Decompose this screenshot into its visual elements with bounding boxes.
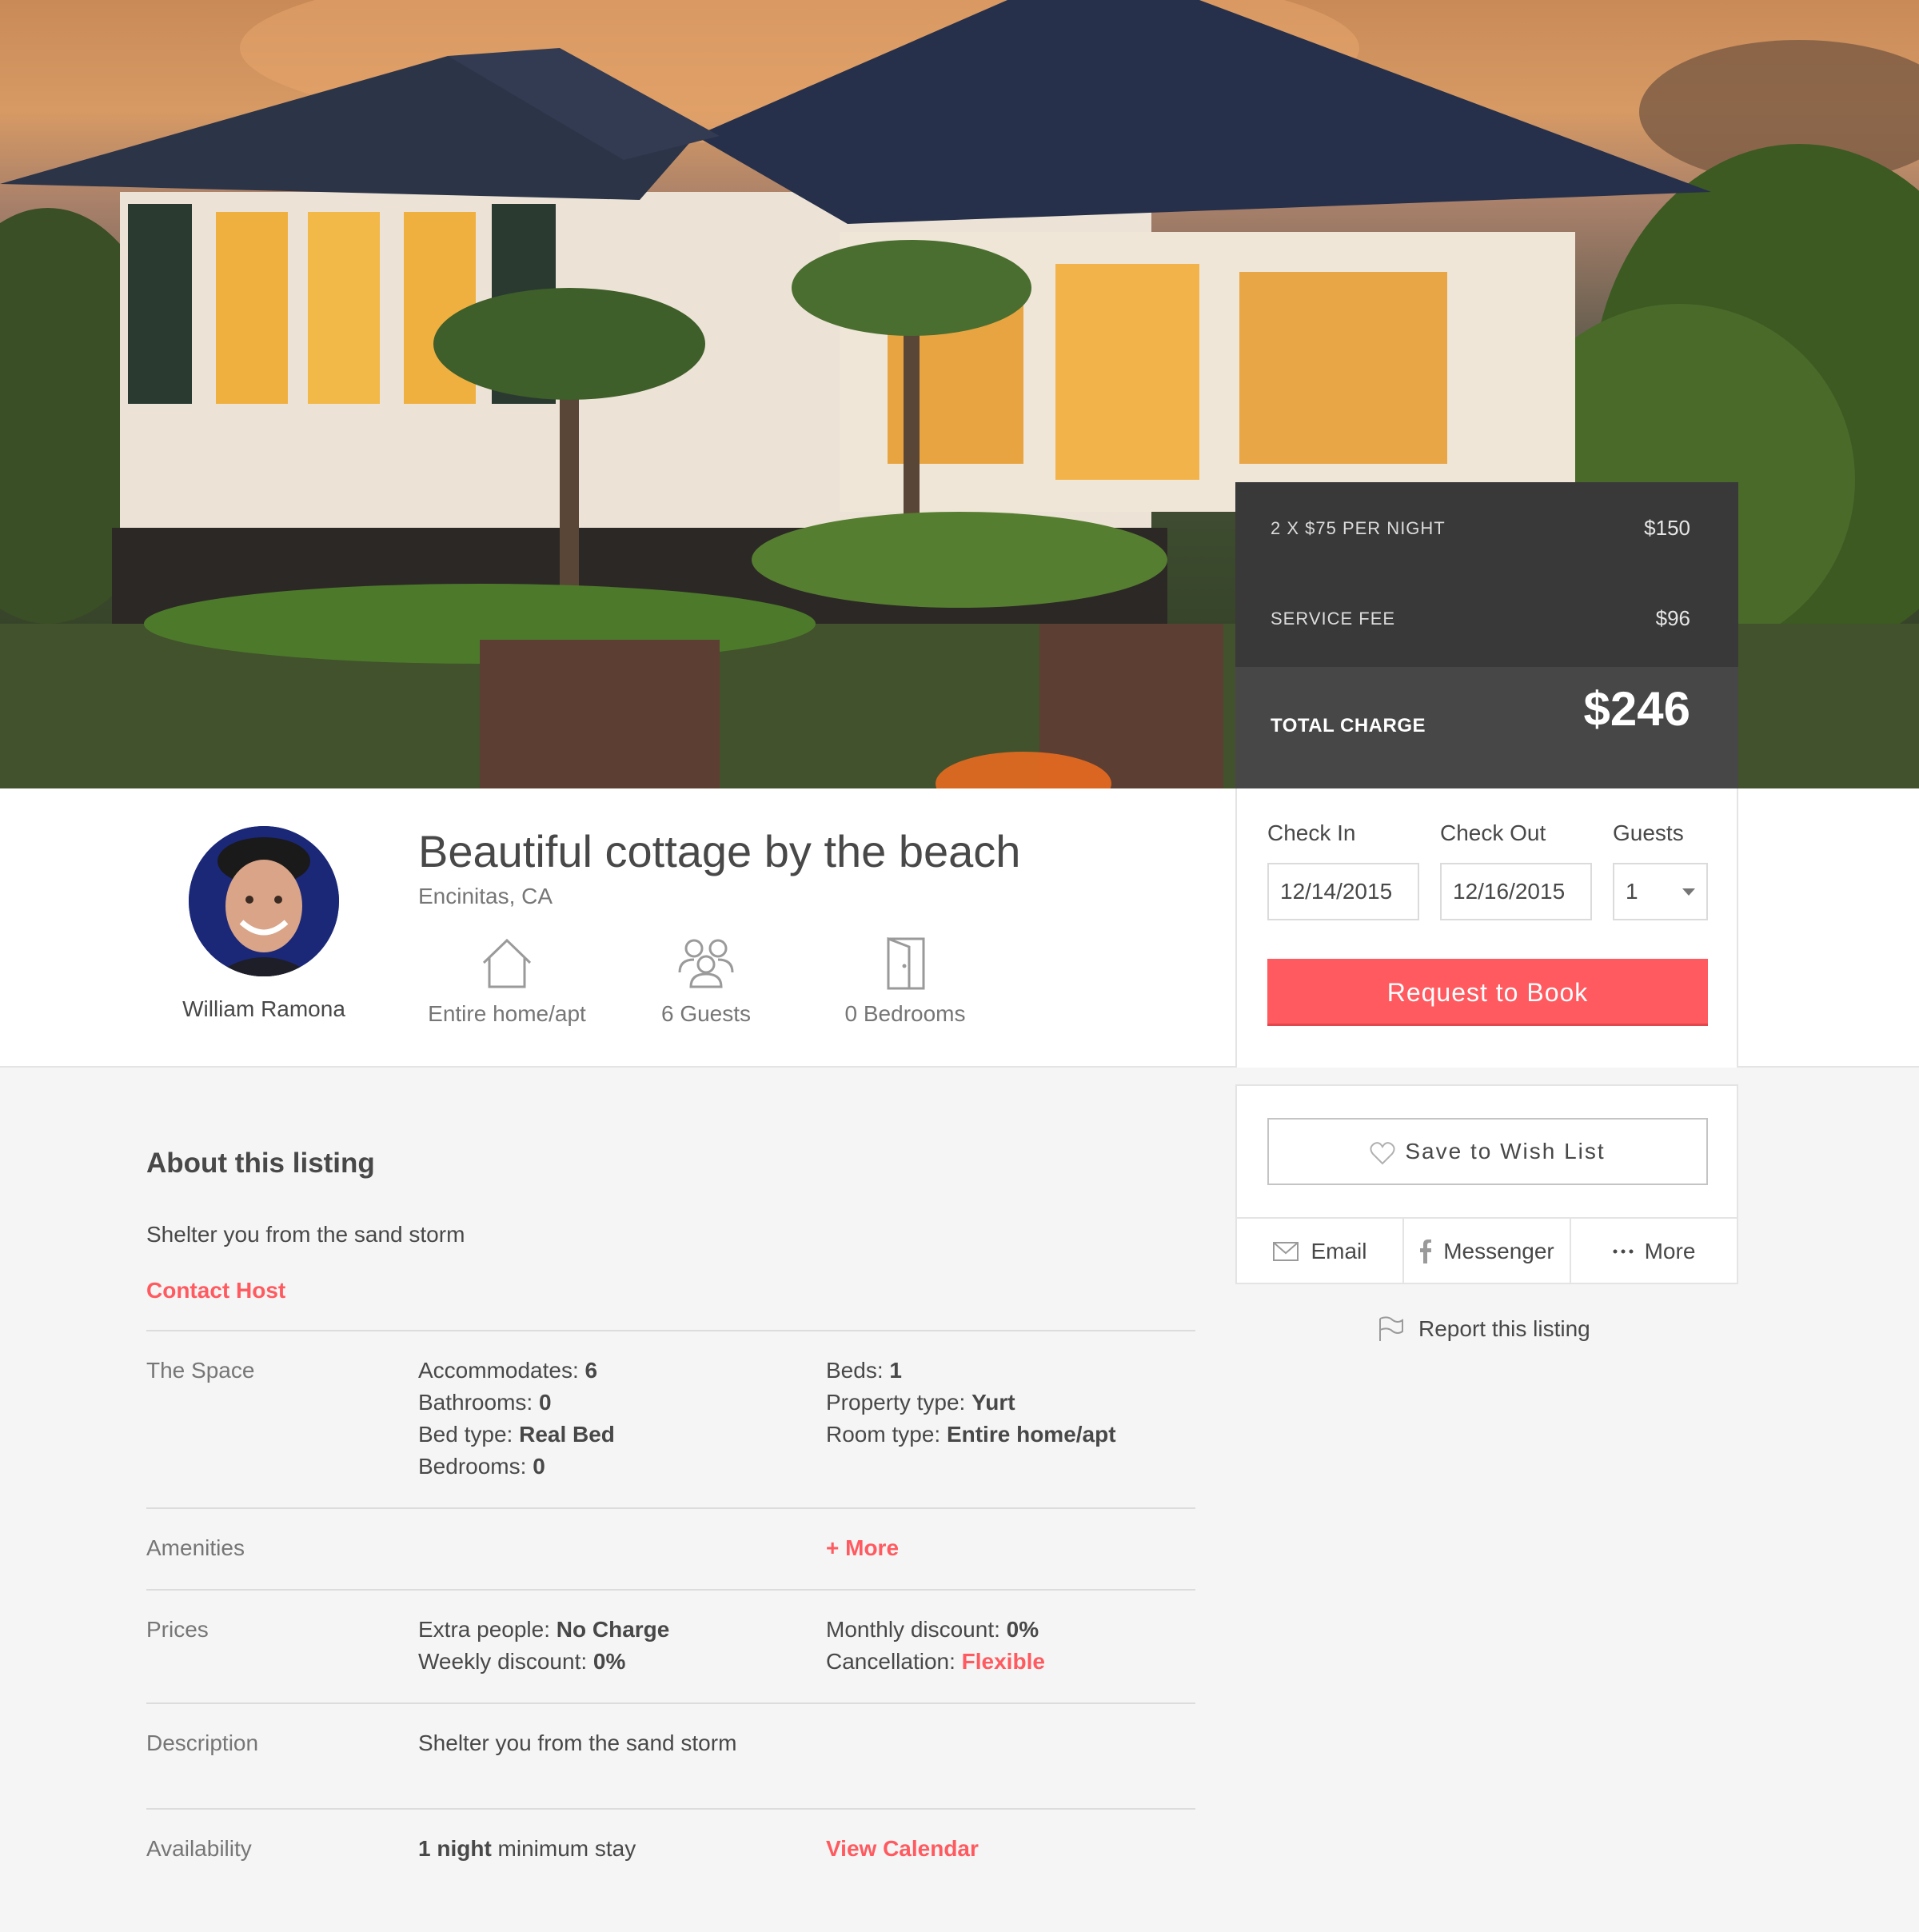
availability-label: Availability bbox=[146, 1836, 252, 1861]
share-more-label: More bbox=[1644, 1239, 1696, 1263]
service-fee-amount: $96 bbox=[1655, 606, 1690, 630]
bedrooms-line: Bedrooms: 0 bbox=[418, 1454, 545, 1479]
nightly-price-amount: $150 bbox=[1644, 516, 1690, 540]
divider bbox=[146, 1589, 1195, 1591]
price-breakdown-panel: 2 X $75 PER NIGHT $150 SERVICE FEE $96 T… bbox=[1235, 482, 1738, 788]
view-calendar-link[interactable]: View Calendar bbox=[826, 1833, 979, 1865]
booking-form: Check In Check Out Guests 12/14/2015 12/… bbox=[1235, 788, 1738, 1068]
heart-icon bbox=[1370, 1141, 1395, 1165]
bed-type-line: Bed type: Real Bed bbox=[418, 1422, 615, 1447]
contact-host-link[interactable]: Contact Host bbox=[146, 1278, 285, 1303]
report-listing-link[interactable]: Report this listing bbox=[1377, 1315, 1590, 1343]
divider bbox=[146, 1808, 1195, 1810]
about-heading: About this listing bbox=[146, 1148, 375, 1179]
save-to-wishlist-button[interactable]: Save to Wish List bbox=[1267, 1118, 1708, 1185]
flag-icon bbox=[1379, 1316, 1403, 1341]
total-charge-row: TOTAL CHARGE $246 bbox=[1235, 667, 1738, 788]
total-charge-label: TOTAL CHARGE bbox=[1271, 715, 1426, 736]
beds-line: Beds: 1 bbox=[826, 1358, 902, 1383]
check-out-input[interactable]: 12/16/2015 bbox=[1440, 863, 1592, 920]
description-label: Description bbox=[146, 1730, 259, 1755]
cancellation-policy-link[interactable]: Flexible bbox=[962, 1649, 1045, 1674]
feature-label: 0 Bedrooms bbox=[844, 1001, 966, 1026]
monthly-discount-line: Monthly discount: 0% bbox=[826, 1617, 1039, 1642]
facebook-icon bbox=[1420, 1239, 1432, 1263]
ellipsis-icon bbox=[1613, 1249, 1634, 1254]
feature-room-type: Entire home/apt bbox=[403, 936, 611, 1027]
feature-label: Entire home/apt bbox=[428, 1001, 586, 1026]
host-avatar[interactable] bbox=[189, 826, 339, 976]
extra-people-line: Extra people: No Charge bbox=[418, 1617, 670, 1642]
request-to-book-button[interactable]: Request to Book bbox=[1267, 959, 1708, 1026]
save-to-wishlist-label: Save to Wish List bbox=[1405, 1139, 1606, 1164]
cancellation-line: Cancellation: Flexible bbox=[826, 1649, 1045, 1674]
service-fee-row: SERVICE FEE $96 bbox=[1271, 606, 1690, 631]
house-icon bbox=[482, 938, 532, 988]
nightly-price-row: 2 X $75 PER NIGHT $150 bbox=[1271, 516, 1690, 541]
nightly-price-label: 2 X $75 PER NIGHT bbox=[1271, 517, 1446, 538]
share-options: Email Messenger More bbox=[1237, 1217, 1737, 1284]
weekly-discount-line: Weekly discount: 0% bbox=[418, 1649, 626, 1674]
guests-select[interactable]: 1 bbox=[1613, 863, 1708, 920]
service-fee-label: SERVICE FEE bbox=[1271, 608, 1396, 629]
share-more-button[interactable]: More bbox=[1571, 1219, 1737, 1284]
listing-title: Beautiful cottage by the beach bbox=[418, 826, 1021, 876]
share-email-button[interactable]: Email bbox=[1237, 1219, 1404, 1284]
host-photo bbox=[189, 826, 339, 976]
amenities-more-link[interactable]: + More bbox=[826, 1532, 899, 1564]
share-messenger-label: Messenger bbox=[1443, 1239, 1554, 1263]
guests-select-value: 1 bbox=[1626, 879, 1638, 904]
room-type-line: Room type: Entire home/apt bbox=[826, 1422, 1116, 1447]
share-messenger-button[interactable]: Messenger bbox=[1404, 1219, 1571, 1284]
share-email-label: Email bbox=[1311, 1239, 1367, 1263]
feature-bedrooms: 0 Bedrooms bbox=[801, 936, 1009, 1027]
door-icon bbox=[887, 936, 925, 990]
listing-summary: Shelter you from the sand storm bbox=[146, 1222, 465, 1247]
space-label: The Space bbox=[146, 1358, 255, 1383]
envelope-icon bbox=[1273, 1242, 1299, 1261]
divider bbox=[146, 1507, 1195, 1509]
listing-location: Encinitas, CA bbox=[418, 884, 553, 908]
check-in-label: Check In bbox=[1267, 820, 1356, 845]
minimum-stay-line: 1 night minimum stay bbox=[418, 1836, 636, 1861]
report-listing-label: Report this listing bbox=[1418, 1316, 1590, 1341]
chevron-down-icon bbox=[1682, 888, 1695, 896]
property-type-line: Property type: Yurt bbox=[826, 1390, 1015, 1415]
wishlist-card: Save to Wish List Email Messenger More bbox=[1235, 1084, 1738, 1284]
description-text: Shelter you from the sand storm bbox=[418, 1730, 737, 1755]
check-out-label: Check Out bbox=[1440, 820, 1546, 845]
total-charge-amount: $246 bbox=[1583, 682, 1690, 736]
divider bbox=[146, 1702, 1195, 1704]
accommodates-line: Accommodates: 6 bbox=[418, 1358, 598, 1383]
bathrooms-line: Bathrooms: 0 bbox=[418, 1390, 552, 1415]
host-name[interactable]: William Ramona bbox=[120, 996, 408, 1022]
check-in-input[interactable]: 12/14/2015 bbox=[1267, 863, 1419, 920]
prices-label: Prices bbox=[146, 1617, 209, 1642]
divider bbox=[146, 1330, 1195, 1331]
guests-label: Guests bbox=[1613, 820, 1684, 845]
feature-label: 6 Guests bbox=[660, 1001, 752, 1026]
guests-icon bbox=[678, 939, 734, 988]
feature-guests: 6 Guests bbox=[602, 936, 810, 1027]
amenities-label: Amenities bbox=[146, 1535, 245, 1560]
